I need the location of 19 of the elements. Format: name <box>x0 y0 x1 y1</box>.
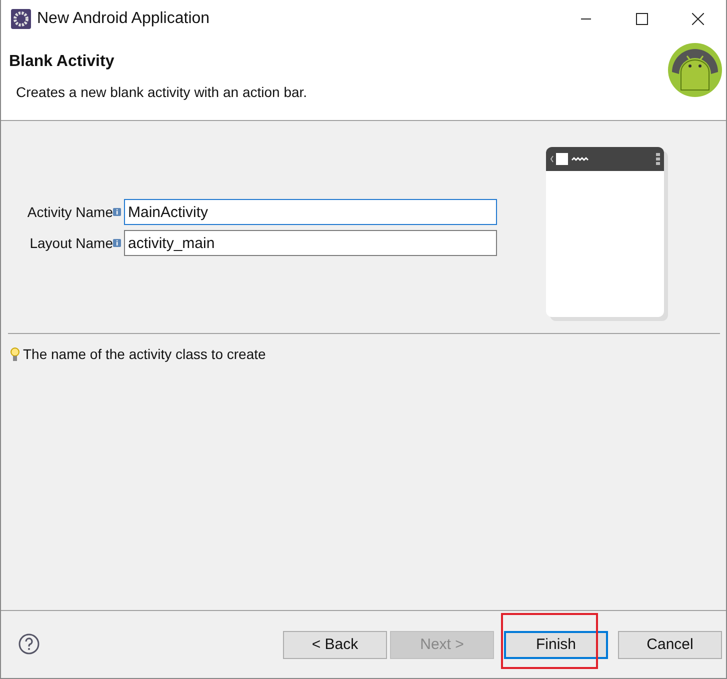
page-description: Creates a new blank activity with an action bar. <box>16 83 308 102</box>
hint-text: The name of the activity class to create <box>23 345 266 364</box>
info-icon <box>113 208 121 216</box>
dialog-button[interactable]: Cancel <box>618 631 722 659</box>
lightbulb-icon <box>10 346 20 362</box>
app-icon <box>11 9 31 29</box>
field-label: Activity Name <box>26 202 113 222</box>
dialog-button[interactable]: Finish <box>504 631 608 659</box>
android-logo-icon <box>667 42 723 98</box>
help-icon[interactable] <box>18 633 40 655</box>
text-field[interactable]: activity_main <box>124 230 497 256</box>
close-icon[interactable] <box>692 13 704 25</box>
window-title: New Android Application <box>37 9 210 29</box>
maximize-icon[interactable] <box>636 13 648 25</box>
page-title: Blank Activity <box>9 52 114 72</box>
field-label: Layout Name <box>28 234 113 253</box>
dialog-button[interactable]: < Back <box>283 631 387 659</box>
text-field[interactable]: MainActivity <box>124 199 497 225</box>
info-icon <box>113 239 121 247</box>
